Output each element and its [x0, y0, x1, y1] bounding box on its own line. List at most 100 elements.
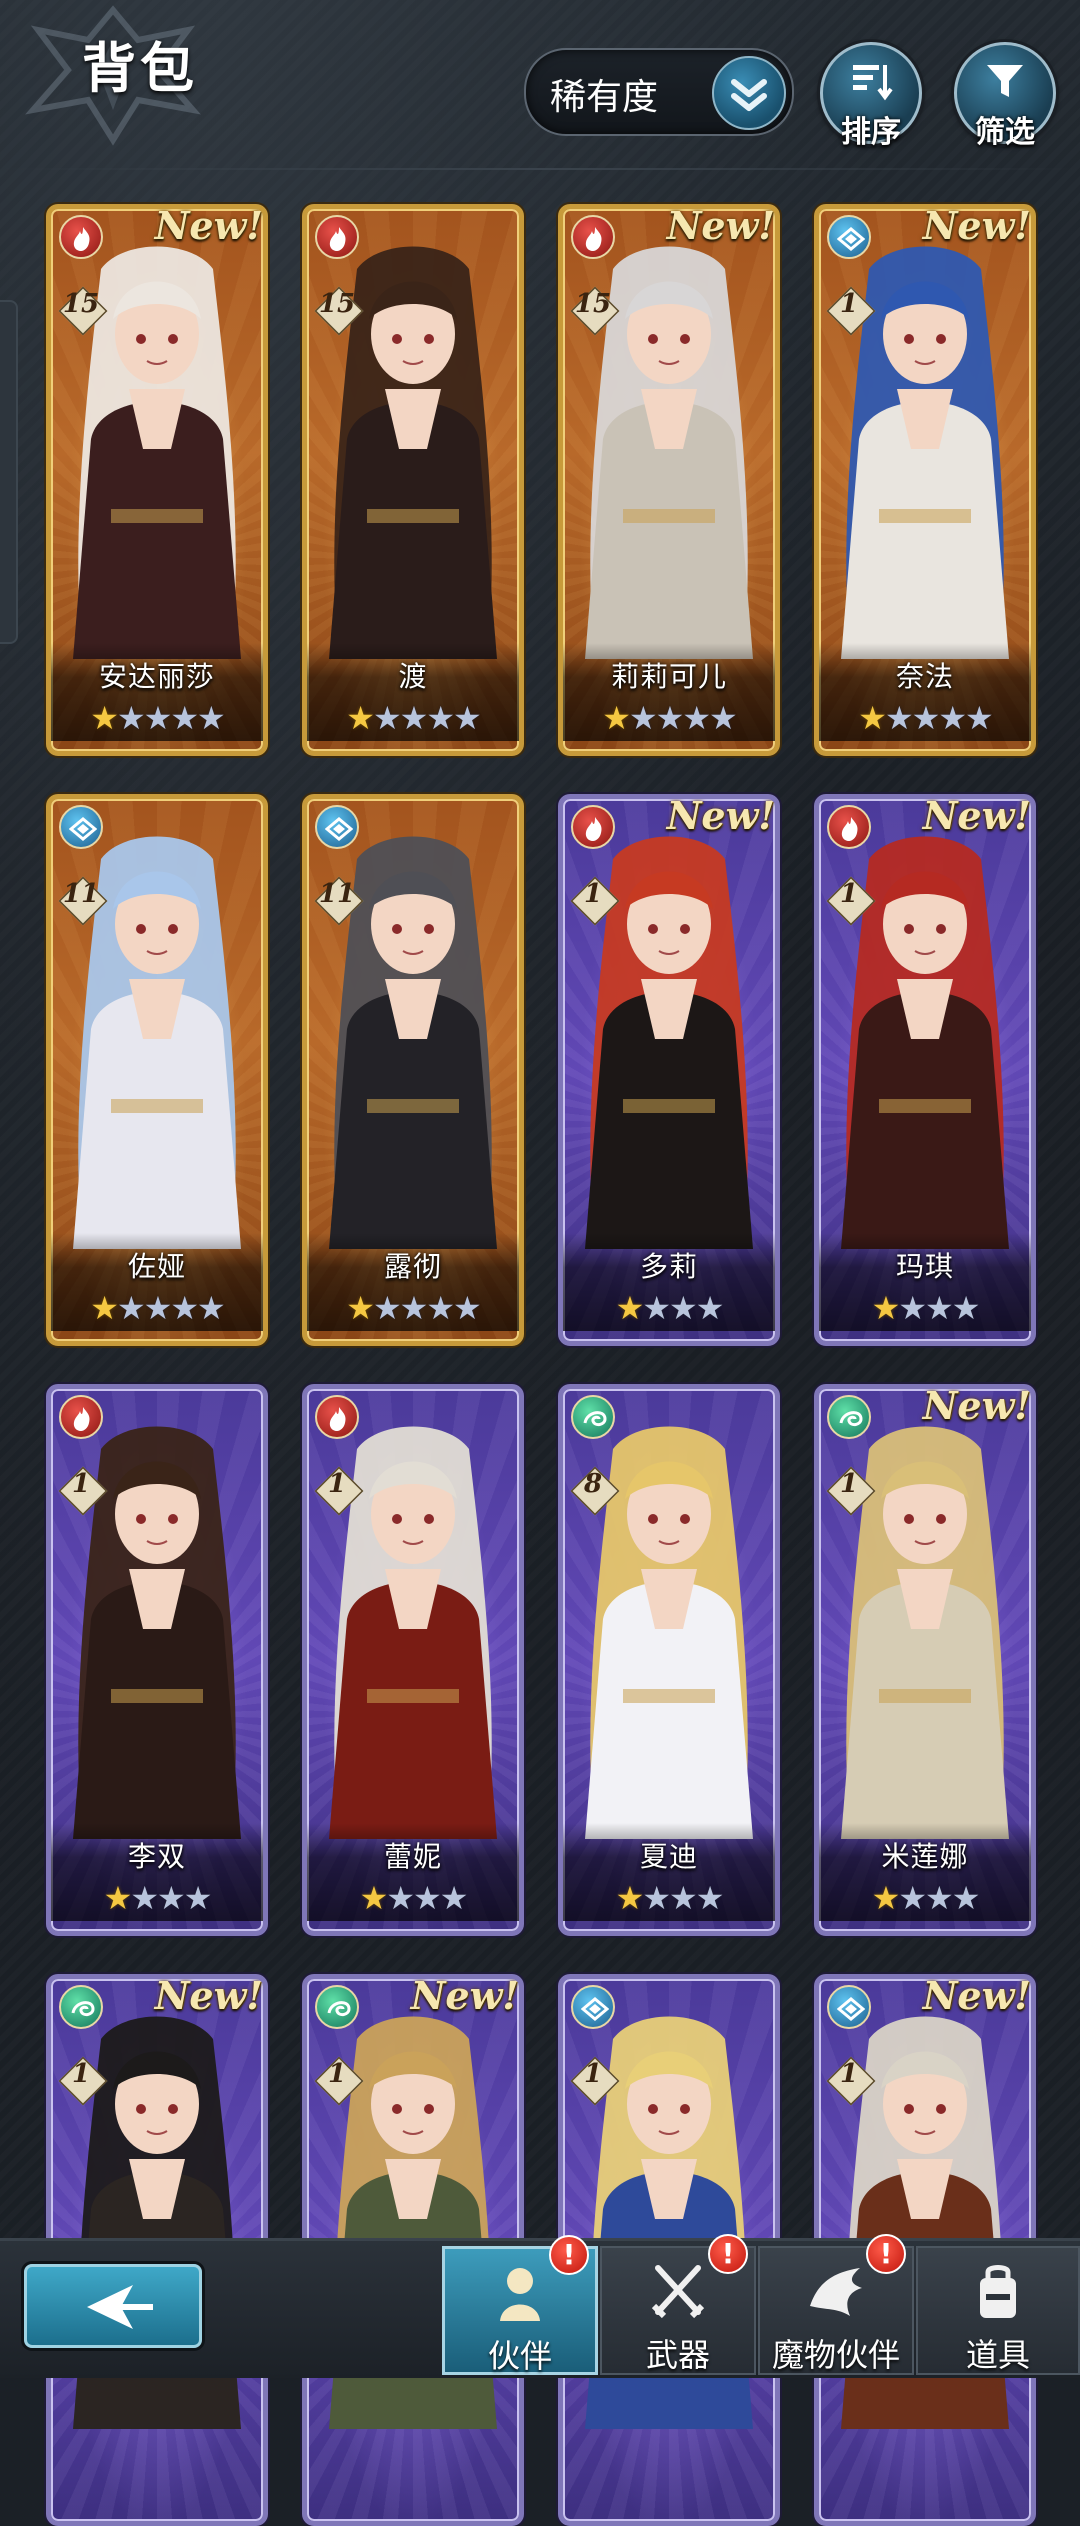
level-text: 1: [583, 2059, 603, 2089]
notification-badge: !: [708, 2234, 748, 2274]
partner-name: 李双: [127, 1840, 186, 1873]
filter-funnel-icon: [987, 65, 1023, 97]
star-empty-icon: ★: [386, 1879, 415, 1917]
new-tag: New!: [922, 1384, 1031, 1428]
star-empty-icon: ★: [453, 1289, 482, 1327]
partner-card[interactable]: 1 李双 ★★★★: [46, 1384, 268, 1936]
level-text: 1: [71, 2059, 91, 2089]
star-empty-icon: ★: [157, 1879, 186, 1917]
partner-card[interactable]: 1 New! 玛琪 ★★★★: [814, 794, 1036, 1346]
filter-button-label: 筛选: [975, 115, 1035, 150]
new-tag: New!: [666, 794, 775, 838]
tab-label: 武器: [645, 2336, 710, 2374]
star-filled-icon: ★: [90, 1289, 119, 1327]
tab-label: 道具: [965, 2336, 1030, 2374]
new-tag: New!: [154, 1974, 263, 2018]
partner-card[interactable]: 15 New! 安达丽莎 ★★★★★: [46, 204, 268, 756]
tab-items[interactable]: 道具: [916, 2246, 1080, 2375]
star-empty-icon: ★: [898, 1289, 927, 1327]
fire-element-icon: [59, 1395, 103, 1439]
star-empty-icon: ★: [130, 1879, 159, 1917]
star-empty-icon: ★: [143, 699, 173, 737]
back-button[interactable]: [24, 2264, 202, 2348]
level-text: 1: [583, 879, 603, 909]
star-empty-icon: ★: [898, 1879, 927, 1917]
star-rating: ★★★★: [563, 1879, 775, 1917]
crossed-swords-icon: [651, 2265, 705, 2319]
star-filled-icon: ★: [359, 1879, 389, 1917]
new-tag: New!: [922, 1974, 1031, 2018]
partner-name: 玛琪: [895, 1250, 954, 1283]
fire-element-icon: [315, 1395, 359, 1439]
star-filled-icon: ★: [90, 699, 119, 737]
partner-name: 多莉: [639, 1250, 698, 1283]
page-title: 背包: [82, 37, 198, 100]
new-tag: New!: [154, 204, 263, 248]
star-rating: ★★★★★: [307, 1289, 519, 1327]
fire-element-icon: [571, 805, 615, 849]
star-empty-icon: ★: [695, 1879, 725, 1917]
water-element-icon: [827, 215, 871, 259]
star-rating: ★★★★: [307, 1879, 519, 1917]
sort-button[interactable]: 排序: [820, 42, 922, 150]
star-empty-icon: ★: [399, 699, 429, 737]
partner-name: 莉莉可儿: [610, 660, 727, 693]
partner-card[interactable]: 15 渡 ★★★★★: [302, 204, 524, 756]
partner-card[interactable]: 1 New! 奈法 ★★★★★: [814, 204, 1036, 756]
new-tag: New!: [410, 1974, 519, 2018]
partner-card[interactable]: 8 夏迪 ★★★★: [558, 1384, 780, 1936]
star-empty-icon: ★: [642, 1879, 671, 1917]
level-text: 15: [318, 289, 356, 319]
star-empty-icon: ★: [669, 1879, 698, 1917]
star-empty-icon: ★: [682, 699, 711, 737]
level-text: 1: [327, 1469, 347, 1499]
star-empty-icon: ★: [426, 1289, 455, 1327]
star-rating: ★★★★: [563, 1289, 775, 1327]
star-empty-icon: ★: [911, 699, 941, 737]
sort-dropdown[interactable]: 稀有度: [524, 48, 794, 136]
partner-card[interactable]: 11 佐娅 ★★★★★: [46, 794, 268, 1346]
star-empty-icon: ★: [884, 699, 914, 737]
star-empty-icon: ★: [116, 1289, 146, 1327]
wind-element-icon: [571, 1395, 615, 1439]
star-filled-icon: ★: [346, 1289, 375, 1327]
star-empty-icon: ★: [170, 1289, 199, 1327]
chevron-down-icon[interactable]: [712, 56, 786, 130]
tab-partners[interactable]: 伙伴 !: [442, 2235, 598, 2375]
filter-button[interactable]: 筛选: [954, 42, 1056, 150]
partner-name: 渡: [398, 660, 428, 693]
header: 背包 稀有度 排序 筛选: [0, 0, 1080, 165]
star-empty-icon: ★: [413, 1879, 442, 1917]
star-empty-icon: ★: [951, 1289, 981, 1327]
partner-name: 安达丽莎: [98, 660, 215, 693]
level-text: 15: [62, 289, 100, 319]
tab-monster-partners[interactable]: 魔物伙伴 !: [758, 2234, 914, 2375]
star-empty-icon: ★: [965, 699, 994, 737]
water-element-icon: [315, 805, 359, 849]
star-empty-icon: ★: [439, 1879, 469, 1917]
partner-card[interactable]: 1 蕾妮 ★★★★: [302, 1384, 524, 1936]
star-rating: ★★★★★: [819, 699, 1031, 737]
star-rating: ★★★★: [819, 1289, 1031, 1327]
level-text: 8: [583, 1469, 603, 1499]
star-filled-icon: ★: [871, 1289, 901, 1327]
partner-card[interactable]: 11 露彻 ★★★★★: [302, 794, 524, 1346]
star-empty-icon: ★: [372, 699, 402, 737]
partner-card[interactable]: 15 New! 莉莉可儿 ★★★★★: [558, 204, 780, 756]
star-empty-icon: ★: [143, 1289, 173, 1327]
level-text: 1: [839, 879, 859, 909]
water-element-icon: [571, 1985, 615, 2029]
partner-card[interactable]: 1 New! 多莉 ★★★★: [558, 794, 780, 1346]
wind-element-icon: [827, 1395, 871, 1439]
side-drawer-handle[interactable]: [0, 300, 18, 644]
star-empty-icon: ★: [938, 699, 967, 737]
star-empty-icon: ★: [197, 1289, 226, 1327]
partner-card[interactable]: 1 New! 米莲娜 ★★★★: [814, 1384, 1036, 1936]
partner-name: 米莲娜: [881, 1840, 969, 1873]
level-text: 15: [574, 289, 612, 319]
star-filled-icon: ★: [615, 1879, 645, 1917]
star-empty-icon: ★: [655, 699, 685, 737]
tab-weapons[interactable]: 武器 !: [600, 2234, 756, 2375]
notification-badge: !: [549, 2235, 589, 2275]
tab-label: 魔物伙伴: [771, 2336, 900, 2374]
